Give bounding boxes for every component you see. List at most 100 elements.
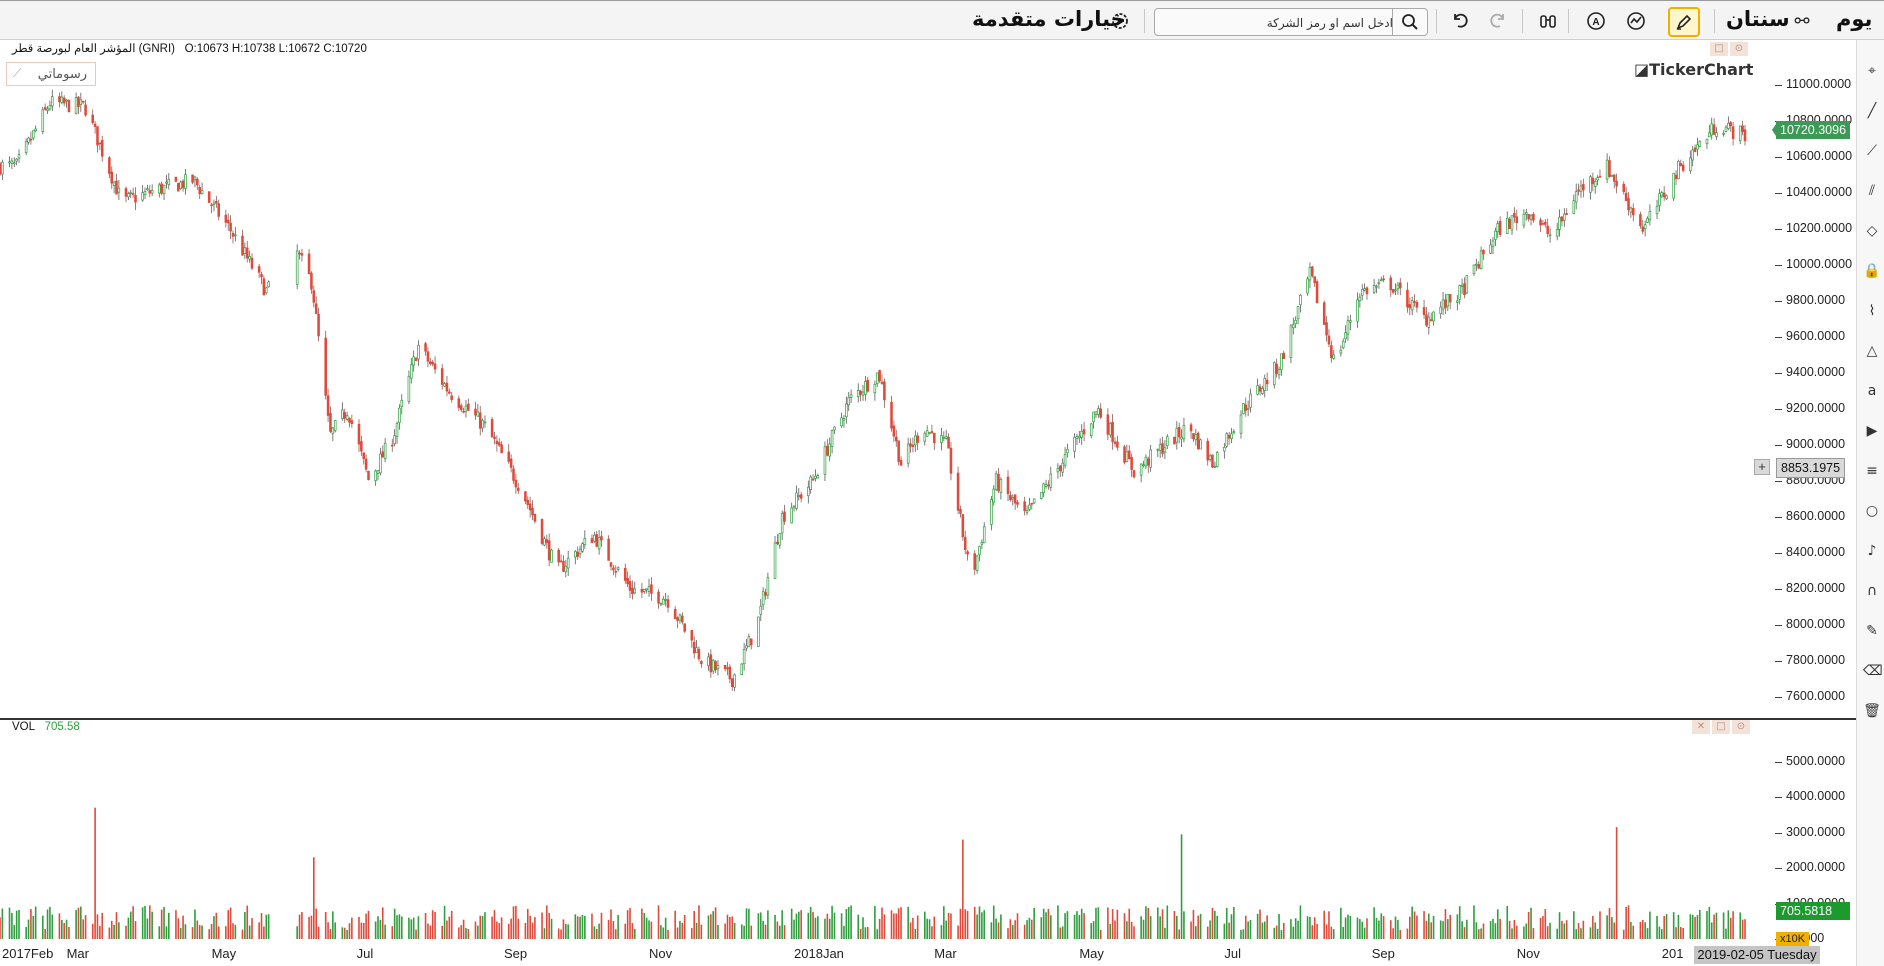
volume-bar: [1539, 917, 1542, 939]
candle: [597, 530, 601, 555]
volume-chart[interactable]: [0, 720, 1772, 946]
magnet-icon[interactable]: ∩: [1863, 582, 1881, 600]
period-selector[interactable]: يوم: [1836, 7, 1872, 31]
volume-bar: [251, 918, 253, 939]
volume-bar: [477, 925, 479, 939]
volume-bar: [1109, 923, 1112, 939]
candle: [459, 403, 463, 413]
candle: [1743, 124, 1747, 146]
candle: [1624, 187, 1628, 202]
candle: [1261, 386, 1264, 396]
volume-bar: [1078, 914, 1081, 939]
candle: [892, 420, 896, 442]
candle: [959, 505, 962, 518]
candle: [1016, 499, 1019, 508]
candle: [1672, 172, 1675, 201]
candle: [1643, 220, 1647, 237]
redo-icon[interactable]: [1486, 9, 1510, 33]
volume-bar: [1173, 910, 1176, 939]
candle: [883, 378, 886, 408]
binoculars-icon[interactable]: [1536, 9, 1560, 33]
triangle-tool-icon[interactable]: △: [1863, 342, 1881, 360]
candle: [1408, 297, 1412, 316]
indicator-icon[interactable]: [1624, 9, 1648, 33]
volume-bar: [1458, 906, 1461, 939]
channel-tool-icon[interactable]: ⫽: [1863, 182, 1881, 200]
bell-icon[interactable]: ♪: [1863, 542, 1881, 560]
volume-bar: [424, 912, 427, 939]
volume-bar: [983, 910, 986, 939]
advanced-options[interactable]: خيارات متقدمة: [972, 7, 1126, 31]
fib-tool-icon[interactable]: ≡: [1863, 462, 1881, 480]
volume-bar: [30, 909, 32, 939]
volume-bar: [817, 916, 819, 939]
undo-icon[interactable]: [1448, 9, 1472, 33]
cursor-tool-icon[interactable]: ⌖: [1863, 62, 1881, 80]
alert-icon[interactable]: A: [1584, 9, 1608, 33]
candle: [1256, 378, 1259, 396]
volume-bar: [1066, 911, 1069, 939]
lock-icon[interactable]: 🔒: [1863, 262, 1881, 280]
candle: [1432, 311, 1435, 326]
text-tool-icon[interactable]: a: [1863, 382, 1881, 400]
pen-icon[interactable]: [1668, 7, 1700, 37]
candle: [162, 184, 166, 200]
volume-bar: [317, 926, 320, 939]
volume-bar: [191, 927, 194, 939]
shape-tool-icon[interactable]: ◇: [1863, 222, 1881, 240]
volume-bar: [947, 912, 950, 939]
volume-bar: [15, 910, 18, 939]
ray-tool-icon[interactable]: ⟋: [1863, 142, 1881, 160]
link-icon[interactable]: ⚯: [1790, 9, 1814, 33]
volume-bar: [883, 914, 886, 939]
candle: [426, 347, 430, 368]
search-icon[interactable]: [1392, 9, 1427, 35]
volume-bar: [0, 917, 1, 939]
path-tool-icon[interactable]: ⌇: [1863, 302, 1881, 320]
volume-bar: [460, 925, 463, 939]
add-alert-icon[interactable]: +: [1754, 459, 1770, 475]
eraser-icon[interactable]: ⌫: [1863, 662, 1883, 680]
candle: [393, 429, 396, 447]
candle: [260, 271, 263, 285]
candle: [41, 106, 45, 135]
candle: [1275, 358, 1278, 378]
candle: [811, 474, 815, 482]
search-input[interactable]: [1161, 12, 1395, 34]
play-icon[interactable]: ▶: [1863, 422, 1881, 440]
volume-bar: [641, 908, 643, 939]
candle: [628, 575, 632, 599]
candle: [478, 405, 482, 436]
candle: [1715, 127, 1718, 140]
candle: [10, 157, 14, 169]
volume-bar: [995, 918, 997, 939]
candle: [464, 399, 468, 418]
circle-tool-icon[interactable]: ○: [1863, 502, 1881, 520]
volume-bar: [1494, 923, 1497, 939]
volume-bar: [184, 924, 187, 939]
volume-bar: [1256, 913, 1259, 939]
candle: [324, 330, 327, 400]
volume-bar: [560, 929, 562, 939]
line-tool-icon[interactable]: ╱: [1863, 102, 1881, 120]
brush-icon[interactable]: ✎: [1863, 622, 1881, 640]
last-price-pointer: [1772, 121, 1778, 139]
volume-bar: [258, 922, 260, 939]
range-selector[interactable]: سنتان: [1726, 7, 1790, 31]
candle: [1425, 307, 1428, 328]
volume-bar: [1149, 916, 1152, 939]
candle: [1574, 183, 1578, 210]
volume-bar: [115, 912, 118, 939]
volume-bar: [607, 919, 610, 939]
candle: [1508, 216, 1511, 229]
candle: [1144, 454, 1148, 470]
candle: [58, 92, 61, 108]
candle: [757, 616, 760, 647]
candle: [12, 157, 16, 168]
price-chart[interactable]: [0, 40, 1772, 718]
volume-bar: [227, 910, 230, 939]
volume-bar: [27, 919, 30, 939]
candle: [234, 227, 237, 242]
trash-icon[interactable]: 🗑: [1863, 702, 1881, 720]
candle: [245, 240, 249, 263]
